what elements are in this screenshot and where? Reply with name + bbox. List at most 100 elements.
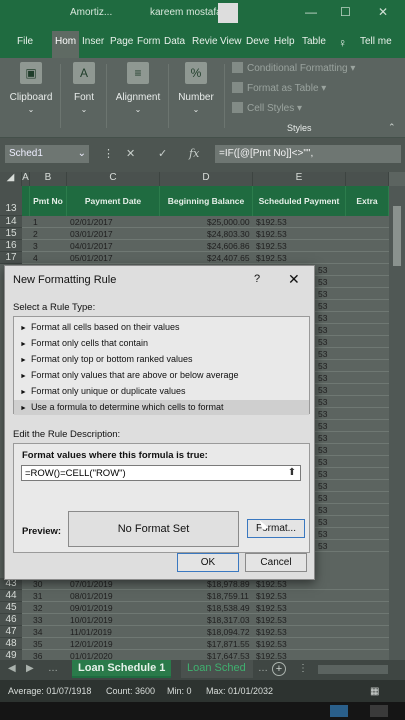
font-group[interactable]: A Font ⌄ — [66, 62, 102, 114]
scheduled-payment-cell[interactable]: 53 — [318, 312, 327, 324]
formula-field[interactable]: =ROW()=CELL("ROW") — [21, 465, 301, 481]
maximize-icon[interactable]: ☐ — [340, 5, 351, 19]
payment-date-cell[interactable]: 10/01/2019 — [70, 614, 113, 626]
rule-type-item[interactable]: ► Format only cells that contain — [14, 336, 309, 351]
scheduled-payment-cell[interactable]: $192.53 — [256, 252, 287, 264]
payment-date-cell[interactable]: 05/01/2017 — [70, 252, 113, 264]
column-header-d[interactable]: D — [160, 172, 253, 186]
view-icon[interactable]: ▦ — [370, 686, 379, 697]
scheduled-payment-cell[interactable]: $192.53 — [256, 228, 287, 240]
row-header[interactable]: 15 — [0, 228, 22, 240]
header-pmt-no[interactable]: Pmt No — [30, 186, 67, 216]
ok-button[interactable]: OK — [177, 553, 239, 572]
collapse-ribbon-icon[interactable]: ⌃ — [388, 122, 396, 133]
format-as-table-button[interactable]: Format as Table ▾ — [232, 82, 326, 94]
row-header[interactable]: 46 — [0, 614, 22, 626]
scheduled-payment-cell[interactable]: 53 — [318, 324, 327, 336]
payment-date-cell[interactable]: 09/01/2019 — [70, 602, 113, 614]
tab-formulas[interactable]: Form — [137, 36, 160, 47]
scheduled-payment-cell[interactable]: 53 — [318, 408, 327, 420]
tab-page-layout[interactable]: Page — [110, 36, 133, 47]
vertical-scrollbar[interactable] — [389, 186, 405, 660]
close-icon[interactable]: ✕ — [288, 271, 300, 288]
scheduled-payment-cell[interactable]: 53 — [318, 300, 327, 312]
scheduled-payment-cell[interactable]: 53 — [318, 432, 327, 444]
payment-date-cell[interactable]: 02/01/2017 — [70, 216, 113, 228]
pmt-no-cell[interactable]: 32 — [33, 602, 42, 614]
scheduled-payment-cell[interactable]: $192.53 — [256, 216, 287, 228]
row-header[interactable]: 14 — [0, 216, 22, 228]
scheduled-payment-cell[interactable]: 53 — [318, 528, 327, 540]
scheduled-payment-cell[interactable]: $192.53 — [256, 638, 287, 650]
cell-styles-button[interactable]: Cell Styles ▾ — [232, 102, 302, 114]
alignment-group[interactable]: ≡ Alignment ⌄ — [112, 62, 164, 114]
column-header-a[interactable]: A — [22, 172, 30, 186]
cancel-button[interactable]: Cancel — [245, 553, 307, 572]
row-header[interactable]: 17 — [0, 252, 22, 264]
pmt-no-cell[interactable]: 4 — [33, 252, 38, 264]
payment-date-cell[interactable]: 08/01/2019 — [70, 590, 113, 602]
scheduled-payment-cell[interactable]: $192.53 — [256, 590, 287, 602]
beginning-balance-cell[interactable]: $25,000.00 — [207, 216, 250, 228]
rule-type-list[interactable]: ► Format all cells based on their values … — [13, 316, 310, 415]
number-group[interactable]: % Number ⌄ — [174, 62, 218, 114]
tab-data[interactable]: Data — [164, 36, 185, 47]
beginning-balance-cell[interactable]: $18,759.11 — [207, 590, 249, 602]
minimize-icon[interactable]: — — [305, 5, 317, 19]
pmt-no-cell[interactable]: 35 — [33, 638, 42, 650]
beginning-balance-cell[interactable]: $24,407.65 — [207, 252, 250, 264]
scroll-left-icon[interactable]: ◀ — [8, 663, 16, 674]
add-sheet-icon[interactable]: + — [272, 662, 286, 676]
payment-date-cell[interactable]: 04/01/2017 — [70, 240, 113, 252]
scheduled-payment-cell[interactable]: 53 — [318, 516, 327, 528]
row-header[interactable]: 44 — [0, 590, 22, 602]
scheduled-payment-cell[interactable]: $192.53 — [256, 614, 287, 626]
enter-icon[interactable]: ✓ — [158, 147, 167, 160]
row-header[interactable]: 49 — [0, 650, 22, 660]
payment-date-cell[interactable]: 03/01/2017 — [70, 228, 113, 240]
scheduled-payment-cell[interactable]: 53 — [318, 288, 327, 300]
format-button[interactable]: Format... — [247, 519, 305, 538]
payment-date-cell[interactable]: 01/01/2020 — [70, 650, 113, 660]
scheduled-payment-cell[interactable]: $192.53 — [256, 602, 287, 614]
scheduled-payment-cell[interactable]: 53 — [318, 384, 327, 396]
scheduled-payment-cell[interactable]: 53 — [318, 420, 327, 432]
scheduled-payment-cell[interactable]: 53 — [318, 264, 327, 276]
scheduled-payment-cell[interactable]: 53 — [318, 456, 327, 468]
more-icon[interactable]: … — [48, 663, 58, 674]
cancel-icon[interactable]: ✕ — [126, 147, 135, 160]
rule-type-item[interactable]: ► Format only values that are above or be… — [14, 368, 309, 383]
column-header-f[interactable] — [346, 172, 389, 186]
scheduled-payment-cell[interactable]: 53 — [318, 336, 327, 348]
tell-me-search[interactable]: Tell me — [360, 36, 392, 47]
row-header[interactable]: 16 — [0, 240, 22, 252]
insert-function-icon[interactable]: fx — [189, 147, 199, 160]
scheduled-payment-cell[interactable]: $192.53 — [256, 650, 287, 660]
pmt-no-cell[interactable]: 2 — [33, 228, 38, 240]
tab-help[interactable]: Help — [274, 36, 295, 47]
column-header-c[interactable]: C — [67, 172, 160, 186]
column-header-b[interactable]: B — [30, 172, 67, 186]
payment-date-cell[interactable]: 12/01/2019 — [70, 638, 113, 650]
header-scheduled-payment[interactable]: Scheduled Payment — [253, 186, 346, 216]
sheet-tab-loan-schedule-1[interactable]: Loan Schedule 1 — [72, 660, 172, 678]
tab-view[interactable]: View — [220, 36, 242, 47]
tab-file[interactable]: File — [17, 36, 33, 47]
beginning-balance-cell[interactable]: $18,094.72 — [207, 626, 250, 638]
avatar[interactable] — [218, 3, 238, 23]
tab-developer[interactable]: Deve — [246, 36, 269, 47]
select-all-corner[interactable]: ◢ — [0, 172, 22, 186]
scroll-thumb[interactable] — [393, 206, 401, 266]
name-box[interactable]: Sched1 ⌄ — [5, 145, 89, 163]
scheduled-payment-cell[interactable]: 53 — [318, 372, 327, 384]
pmt-no-cell[interactable]: 33 — [33, 614, 42, 626]
header-extra[interactable]: Extra — [346, 186, 389, 216]
lightbulb-icon[interactable]: ♀ — [338, 36, 347, 50]
clipboard-group[interactable]: ▣ Clipboard ⌄ — [6, 62, 56, 114]
payment-date-cell[interactable]: 11/01/2019 — [70, 626, 112, 638]
beginning-balance-cell[interactable]: $17,647.53 — [207, 650, 250, 660]
tab-table-design[interactable]: Table — [302, 36, 326, 47]
help-icon[interactable]: ? — [254, 273, 260, 285]
pmt-no-cell[interactable]: 36 — [33, 650, 42, 660]
scheduled-payment-cell[interactable]: 53 — [318, 480, 327, 492]
